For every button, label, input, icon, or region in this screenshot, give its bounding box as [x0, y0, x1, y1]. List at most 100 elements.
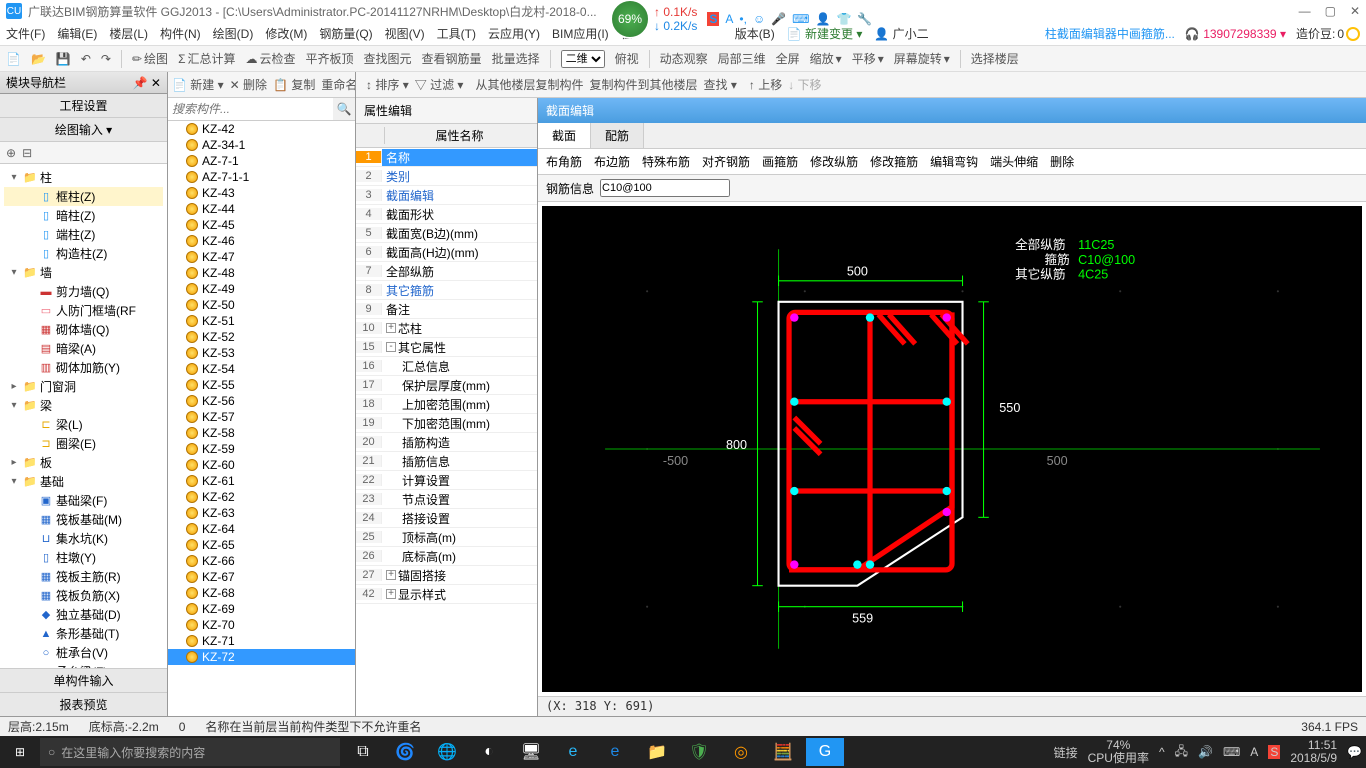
property-row[interactable]: 21插筋信息 [356, 452, 537, 471]
component-item[interactable]: KZ-68 [168, 585, 355, 601]
view-mode-select[interactable]: 二维 [561, 50, 605, 68]
tray-ime-a[interactable]: A [1250, 745, 1258, 759]
section-tool-6[interactable]: 修改箍筋 [870, 153, 918, 170]
top-view-button[interactable]: 俯视 [615, 50, 639, 67]
ime-icon-shirt[interactable]: 👕 [836, 12, 851, 26]
ime-icon-user[interactable]: 👤 [815, 12, 830, 26]
component-item[interactable]: KZ-47 [168, 249, 355, 265]
tray-vol-icon[interactable]: 🔊 [1198, 745, 1213, 759]
component-item[interactable]: KZ-60 [168, 457, 355, 473]
tray-net-icon[interactable]: 🖧 [1175, 742, 1188, 763]
find-elem-button[interactable]: 查找图元 [364, 50, 412, 67]
menu-modify[interactable]: 修改(M) [265, 25, 307, 42]
tree-node[interactable]: ▯暗柱(Z) [4, 206, 163, 225]
search-icon[interactable]: 🔍 [333, 98, 355, 120]
tree-node[interactable]: ▲条形基础(T) [4, 624, 163, 643]
close-button[interactable]: ✕ [1350, 4, 1360, 18]
ime-icon-a[interactable]: A [725, 12, 733, 26]
property-row[interactable]: 4截面形状 [356, 205, 537, 224]
menu-floor[interactable]: 楼层(L) [109, 25, 148, 42]
ime-icon-punct[interactable]: •, [739, 12, 747, 26]
section-tool-1[interactable]: 布边筋 [594, 153, 630, 170]
tree-node[interactable]: ▬剪力墙(Q) [4, 282, 163, 301]
save-icon[interactable]: 💾 [56, 52, 71, 66]
section-tool-9[interactable]: 删除 [1050, 153, 1074, 170]
component-search-input[interactable] [168, 98, 333, 120]
component-item[interactable]: KZ-71 [168, 633, 355, 649]
component-item[interactable]: KZ-54 [168, 361, 355, 377]
nav-footer-single[interactable]: 单构件输入 [0, 668, 167, 692]
filter-button[interactable]: ▽ 过滤 ▾ [415, 76, 464, 93]
component-item[interactable]: KZ-55 [168, 377, 355, 393]
nav-tree[interactable]: ▾📁柱▯框柱(Z)▯暗柱(Z)▯端柱(Z)▯构造柱(Z)▾📁墙▬剪力墙(Q)▭人… [0, 164, 167, 668]
undo-icon[interactable]: ↶ [81, 52, 91, 66]
taskbar-search[interactable]: ○ 在这里输入你要搜索的内容 [40, 738, 340, 766]
component-item[interactable]: KZ-70 [168, 617, 355, 633]
sum-button[interactable]: Σ 汇总计算 [178, 50, 235, 67]
tab-rebar[interactable]: 配筋 [591, 123, 644, 148]
ime-icon-wrench[interactable]: 🔧 [857, 12, 872, 26]
section-tool-8[interactable]: 端头伸缩 [990, 153, 1038, 170]
ime-icon-kbd[interactable]: ⌨ [792, 12, 809, 26]
component-item[interactable]: KZ-62 [168, 489, 355, 505]
context-link[interactable]: 柱截面编辑器中画箍筋... [1045, 25, 1175, 42]
component-item[interactable]: KZ-53 [168, 345, 355, 361]
component-item[interactable]: KZ-56 [168, 393, 355, 409]
rebar-info-input[interactable] [600, 179, 730, 197]
app-icon-3[interactable]: ◐ [470, 738, 508, 766]
menu-bim[interactable]: BIM应用(I) [552, 25, 609, 42]
property-row[interactable]: 5截面宽(B边)(mm) [356, 224, 537, 243]
zoom-button[interactable]: 缩放 ▾ [810, 50, 842, 67]
tree-node[interactable]: ▸📁板 [4, 453, 163, 472]
component-item[interactable]: KZ-46 [168, 233, 355, 249]
nav-tab-draw[interactable]: 绘图输入 ▾ [0, 118, 167, 142]
tree-node[interactable]: ◆独立基础(D) [4, 605, 163, 624]
new-file-icon[interactable]: 📄 [6, 52, 21, 66]
component-item[interactable]: KZ-67 [168, 569, 355, 585]
section-canvas[interactable]: -500 500 [542, 206, 1362, 692]
component-item[interactable]: KZ-64 [168, 521, 355, 537]
property-row[interactable]: 3截面编辑 [356, 186, 537, 205]
app-icon-orange[interactable]: ◎ [722, 738, 760, 766]
tree-node[interactable]: ▾📁墙 [4, 263, 163, 282]
component-item[interactable]: KZ-42 [168, 121, 355, 137]
property-row[interactable]: 18上加密范围(mm) [356, 395, 537, 414]
menu-edit[interactable]: 编辑(E) [57, 25, 97, 42]
component-item[interactable]: KZ-72 [168, 649, 355, 665]
component-item[interactable]: AZ-34-1 [168, 137, 355, 153]
property-row[interactable]: 9备注 [356, 300, 537, 319]
copy-to-floor-button[interactable]: 复制构件到其他楼层 [589, 76, 697, 93]
tree-node[interactable]: ▦筏板主筋(R) [4, 567, 163, 586]
tree-node[interactable]: ▥砌体加筋(Y) [4, 358, 163, 377]
section-tool-4[interactable]: 画箍筋 [762, 153, 798, 170]
section-tool-3[interactable]: 对齐钢筋 [702, 153, 750, 170]
property-row[interactable]: 17保护层厚度(mm) [356, 376, 537, 395]
menu-rebar[interactable]: 钢筋量(Q) [319, 25, 372, 42]
section-tool-2[interactable]: 特殊布筋 [642, 153, 690, 170]
property-row[interactable]: 16汇总信息 [356, 357, 537, 376]
app-icon-360[interactable]: 🛡 [680, 738, 718, 766]
tree-node[interactable]: ⊐圈梁(E) [4, 434, 163, 453]
property-row[interactable]: 24搭接设置 [356, 509, 537, 528]
comp-copy-button[interactable]: 📋 复制 [273, 76, 315, 93]
nav-tab-project[interactable]: 工程设置 [0, 94, 167, 118]
move-down-button[interactable]: ↓ 下移 [788, 76, 821, 93]
property-row[interactable]: 22计算设置 [356, 471, 537, 490]
component-item[interactable]: KZ-52 [168, 329, 355, 345]
property-row[interactable]: 23节点设置 [356, 490, 537, 509]
user-name[interactable]: 广小二 [893, 27, 929, 41]
section-tool-0[interactable]: 布角筋 [546, 153, 582, 170]
tray-sogou-icon[interactable]: S [1268, 745, 1280, 759]
section-tool-5[interactable]: 修改纵筋 [810, 153, 858, 170]
move-up-button[interactable]: ↑ 上移 [749, 76, 782, 93]
property-row[interactable]: 20插筋构造 [356, 433, 537, 452]
flat-top-button[interactable]: 平齐板顶 [306, 50, 354, 67]
menu-cloud[interactable]: 云应用(Y) [488, 25, 540, 42]
component-list[interactable]: KZ-42AZ-34-1AZ-7-1AZ-7-1-1KZ-43KZ-44KZ-4… [168, 121, 355, 716]
menu-component[interactable]: 构件(N) [160, 25, 201, 42]
sort-button[interactable]: ↕ 排序 ▾ [366, 76, 409, 93]
app-icon-ie[interactable]: e [596, 738, 634, 766]
app-icon-ggj[interactable]: G [806, 738, 844, 766]
sogou-icon[interactable]: S [707, 12, 719, 26]
comp-rename-button[interactable]: 重命名 [321, 76, 355, 93]
